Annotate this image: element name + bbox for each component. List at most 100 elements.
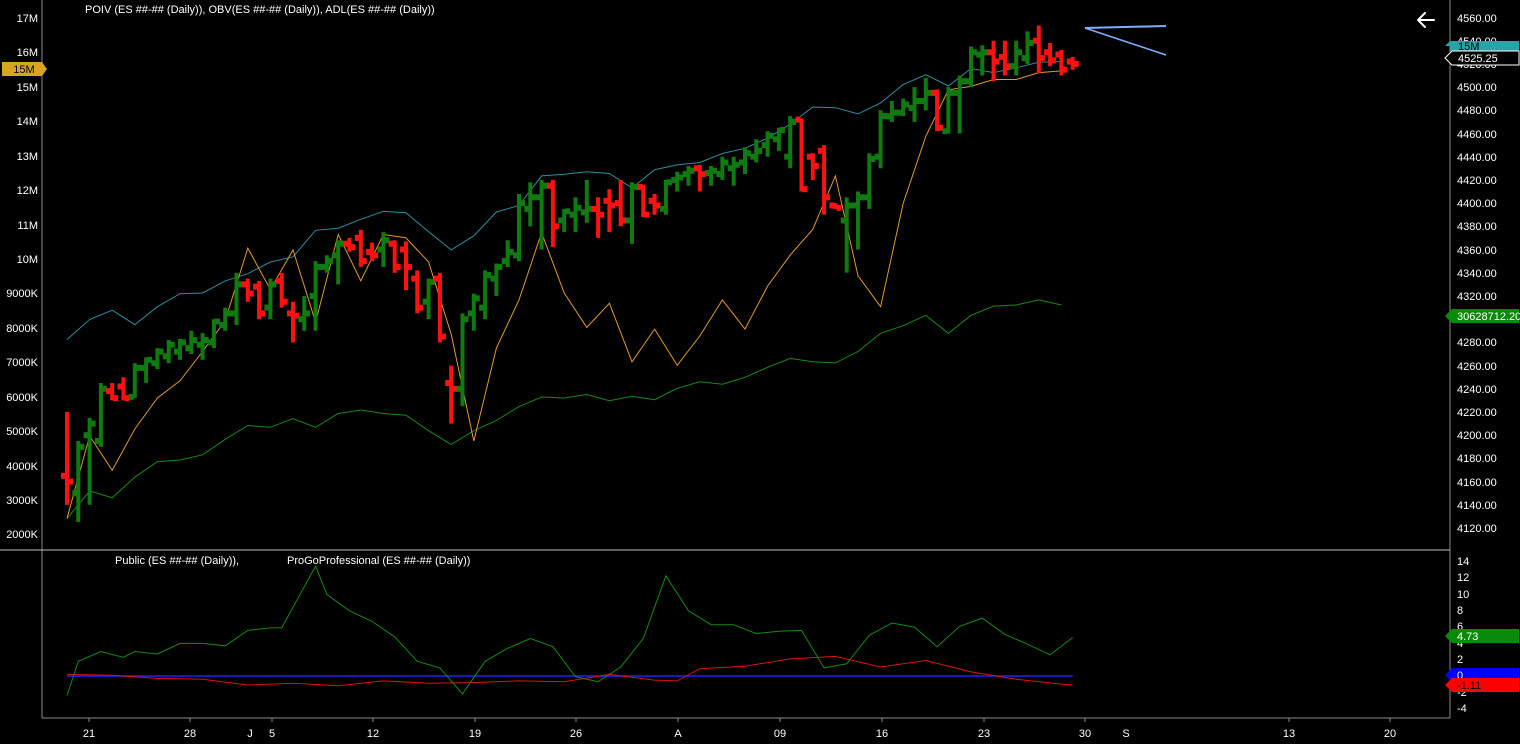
chart-canvas: POIV (ES ##-## (Daily)), OBV(ES ##-## (D… [0,0,1520,740]
ohlc-bar-up [863,153,876,209]
bar-range [437,272,442,343]
bar-close-tick [599,211,605,218]
bar-close-tick [712,167,718,174]
right-tick: 4360.00 [1457,245,1497,257]
bar-open-tick [61,472,66,479]
bar-close-tick [644,211,650,218]
ohlc-bar-down [998,40,1011,76]
bar-range [98,383,103,447]
lower-pane-lines [66,564,1074,696]
ohlc-bar-down [366,242,379,262]
bar-open-tick [693,165,699,172]
bar-open-tick [422,298,428,305]
ohlc-bar-up [501,240,514,267]
ohlc-bar-down [818,145,831,215]
bar-range [844,197,849,273]
ohlc-bar-up [705,166,718,186]
bar-range [630,182,634,244]
ohlc-bar-up [953,75,966,134]
bar-open-tick [998,53,1004,60]
bar-open-tick [467,310,473,317]
bar-close-tick [689,167,695,174]
bar-close-tick [407,263,412,270]
bar-open-tick [885,113,891,120]
indicator-lines [66,61,1062,519]
bar-open-tick [524,205,530,212]
bar-open-tick [569,211,575,218]
bar-open-tick [682,171,688,178]
ohlc-bar-up [320,255,333,273]
bar-close-tick [1005,63,1011,70]
bar-close-tick [520,200,525,207]
bar-close-tick [746,150,751,157]
bar-open-tick [874,153,880,160]
left-tick: 11M [17,220,38,232]
bar-open-tick [1021,55,1027,62]
right-tag-price-text: 4525.25 [1458,53,1498,65]
bar-close-tick [474,295,480,302]
right-tick: 4140.00 [1457,500,1497,512]
bar-open-tick [908,105,914,111]
trendlines[interactable] [1084,25,1167,56]
right-tick: 4200.00 [1457,430,1497,442]
bar-close-tick [836,204,842,211]
right-tick: 4440.00 [1457,152,1497,164]
bar-open-tick [603,197,609,204]
bar-open-tick [626,217,631,224]
bar-open-tick [207,339,213,346]
bar-range [1036,25,1041,74]
ohlc-bar-down [592,197,605,238]
bar-open-tick [94,438,100,444]
ohlc-bar-up [128,363,141,400]
bar-close-tick [214,318,220,325]
arrow-left-icon[interactable] [1414,8,1438,32]
bar-open-tick [1044,49,1050,56]
bar-close-tick [497,263,503,270]
bar-open-tick [162,353,168,360]
bar-range [539,179,544,250]
x-tick: A [674,728,682,740]
right-tag-15m-shape [1445,41,1519,51]
ohlc-bar-down [388,240,401,273]
ohlc-bar-up [377,232,390,267]
bar-open-tick [354,234,360,241]
bar-close-tick [621,217,627,224]
bar-open-tick [761,142,767,149]
bar-range [336,240,341,285]
trendline-top[interactable] [1084,25,1167,29]
bar-open-tick [388,240,394,247]
x-tick: 19 [469,728,481,740]
bar-close-tick [802,186,808,193]
ohlc-bar-up [309,261,322,331]
bar-open-tick [931,89,937,96]
lower-pane-title-public: Public (ES ##-## (Daily)), [115,555,239,567]
bar-close-tick [429,279,435,285]
ohlc-bar-down [637,183,650,218]
bar-open-tick [897,109,903,116]
bar-open-tick [592,205,598,212]
right-axis: 4560.00 4540.00 4520.00 4500.00 4480.00 … [1457,13,1497,535]
bar-open-tick [840,217,846,224]
bar-close-tick [350,244,356,251]
x-tick: 23 [978,728,990,740]
ohlc-bar-up [264,278,277,320]
ohlc-bar-up [490,263,503,296]
bar-open-tick [343,240,349,247]
left-tick: 4000K [6,461,38,473]
ohlc-bar-down [546,179,559,248]
bar-open-tick [174,348,179,355]
left-tick: 6000K [6,392,38,404]
ohlc-bar-up [874,110,887,169]
bar-open-tick [185,345,191,352]
bar-close-tick [700,171,706,178]
left-tick: 8000K [6,323,38,335]
bar-open-tick [852,202,857,209]
ohlc-bar-up [727,156,740,186]
left-tick: 7000K [6,357,38,369]
bar-close-tick [90,420,96,427]
bar-open-tick [818,147,824,154]
left-tick: 9000K [6,288,38,300]
bar-range [799,118,804,192]
ohlc-bar-down [614,179,627,227]
trendline-diag[interactable] [1084,27,1167,56]
